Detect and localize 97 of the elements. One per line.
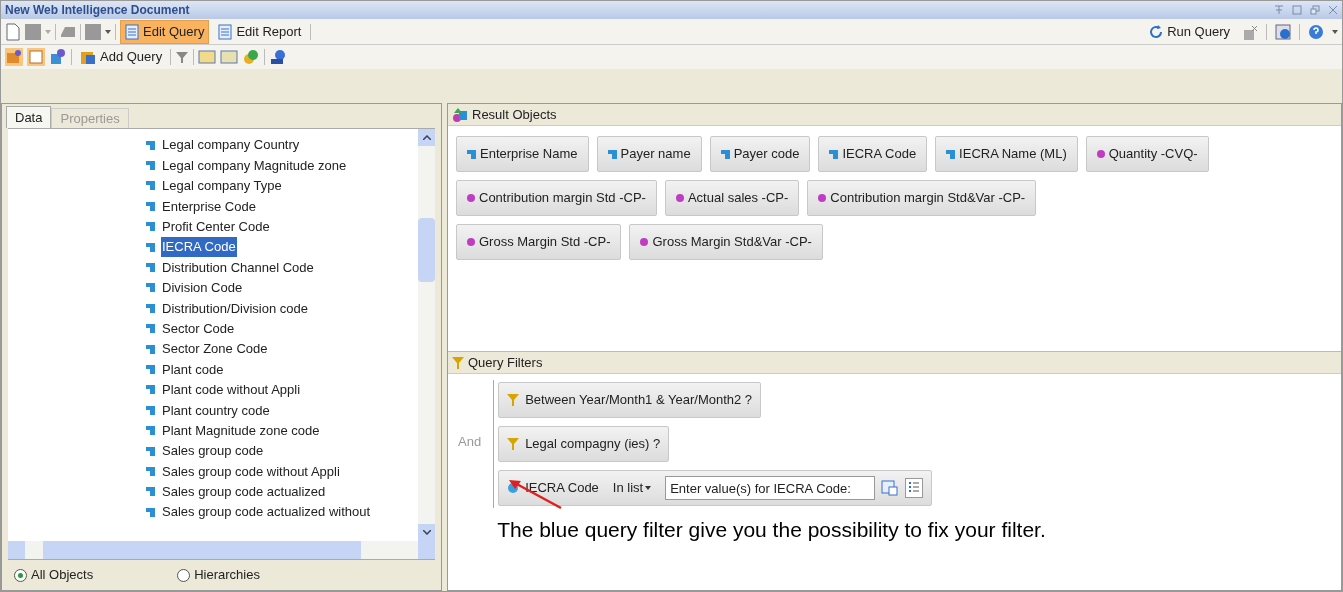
tree-item[interactable]: Plant country code xyxy=(161,400,271,420)
dimension-icon xyxy=(829,149,839,159)
filter-icon xyxy=(507,393,520,407)
vertical-scrollbar[interactable] xyxy=(418,129,435,541)
tree-item[interactable]: Sales group code xyxy=(161,441,265,461)
filter-icon[interactable] xyxy=(175,50,190,64)
close-icon[interactable] xyxy=(1328,5,1338,15)
measure-icon xyxy=(467,238,475,246)
add-query-button[interactable]: Add Query xyxy=(76,47,167,67)
help-icon[interactable] xyxy=(1308,23,1324,40)
scope-icon[interactable] xyxy=(49,48,67,66)
run-query-button[interactable]: Run Query xyxy=(1145,21,1234,42)
filter-icon xyxy=(507,437,520,451)
tree-item[interactable]: Legal company Magnitude zone xyxy=(161,155,348,176)
dimension-icon xyxy=(720,149,730,159)
edit-report-button[interactable]: Edit Report xyxy=(213,19,307,44)
restore-icon[interactable] xyxy=(1310,5,1320,15)
tree-item[interactable]: Legal company Country xyxy=(161,135,301,155)
document-info-icon[interactable] xyxy=(1275,23,1291,40)
result-object[interactable]: Contribution margin Std -CP- xyxy=(456,180,657,216)
result-object[interactable]: IECRA Code xyxy=(818,136,928,172)
result-object[interactable]: Quantity -CVQ- xyxy=(1085,136,1209,172)
tree-item[interactable]: Sales group code without Appli xyxy=(161,461,341,482)
tree-item[interactable]: Distribution Channel Code xyxy=(161,257,315,278)
scroll-up-icon[interactable] xyxy=(422,135,431,140)
dimension-icon xyxy=(146,140,155,150)
tree-item[interactable]: Legal company Type xyxy=(161,176,283,196)
link-spheres-icon[interactable] xyxy=(242,48,261,66)
query-filter[interactable]: IECRA Code In list Enter value(s) for IECRA Code: xyxy=(498,470,933,506)
query-panel-icon[interactable] xyxy=(5,48,23,66)
filter-icon xyxy=(452,355,464,370)
value-field[interactable]: Enter value(s) for IECRA Code: xyxy=(665,476,876,500)
dimension-icon xyxy=(946,149,956,159)
tree-item[interactable]: Profit Center Code xyxy=(161,217,271,237)
prompt-icon[interactable] xyxy=(881,479,900,497)
result-objects-icon xyxy=(452,106,468,123)
query-cube-icon xyxy=(80,49,96,65)
tree-item[interactable]: Sector Code xyxy=(161,318,236,339)
window-title: New Web Intelligence Document xyxy=(5,2,190,19)
table-icon[interactable] xyxy=(198,49,217,65)
print-icon[interactable] xyxy=(60,24,76,39)
new-document-icon[interactable] xyxy=(5,22,21,41)
edit-query-button[interactable]: Edit Query xyxy=(120,19,210,44)
tree-item[interactable]: Enterprise Code xyxy=(161,196,257,217)
scroll-thumb[interactable] xyxy=(418,218,435,282)
tree-item[interactable]: Plant code xyxy=(161,359,225,380)
tree-item[interactable]: Sales group code actualized xyxy=(161,482,327,502)
tree-item[interactable]: Distribution/Division code xyxy=(161,298,309,319)
operator-dropdown[interactable]: In list xyxy=(612,478,652,498)
tree-item[interactable]: Division Code xyxy=(161,278,244,298)
caret-icon xyxy=(645,486,652,490)
result-object[interactable]: Payer code xyxy=(709,136,811,172)
refresh-icon xyxy=(1149,24,1164,39)
list-icon[interactable] xyxy=(905,478,924,498)
measure-icon xyxy=(640,238,649,246)
result-object[interactable]: Gross Margin Std -CP- xyxy=(456,224,622,260)
tree-item[interactable]: Sales group code actualized without xyxy=(161,502,372,522)
measure-icon xyxy=(467,194,475,202)
section-title: Result Objects xyxy=(472,105,557,124)
query-filter[interactable]: Legal compagny (ies) ? xyxy=(498,426,670,462)
result-object[interactable]: Contribution margin Std&Var -CP- xyxy=(807,180,1037,216)
measure-icon xyxy=(818,194,827,202)
scroll-thumb[interactable] xyxy=(43,541,361,559)
purge-icon[interactable] xyxy=(1242,23,1258,40)
data-panel-icon[interactable] xyxy=(27,48,45,66)
result-object[interactable]: Payer name xyxy=(596,136,702,172)
pin-icon[interactable] xyxy=(1274,5,1284,15)
scroll-down-icon[interactable] xyxy=(422,530,431,535)
caret-icon[interactable] xyxy=(1332,29,1338,34)
dimension-icon xyxy=(607,149,617,159)
result-object[interactable]: Actual sales -CP- xyxy=(664,180,800,216)
sql-icon[interactable] xyxy=(269,48,288,66)
document-icon xyxy=(125,23,139,40)
measure-icon xyxy=(1096,150,1105,158)
operator-label: And xyxy=(458,433,482,452)
tree-item[interactable]: IECRA Code xyxy=(161,237,237,257)
result-object[interactable]: IECRA Name (ML) xyxy=(935,136,1078,172)
radio-option[interactable]: Hierarchies xyxy=(177,565,260,585)
annotation-text: The blue query filter give you the possibility to fix your filter. xyxy=(497,517,1046,543)
section-title: Query Filters xyxy=(468,353,543,372)
table-icon[interactable] xyxy=(220,49,239,65)
result-object[interactable]: Enterprise Name xyxy=(456,136,589,172)
measure-icon xyxy=(675,194,684,202)
tree-item[interactable]: Plant code without Appli xyxy=(161,380,302,400)
caret-icon[interactable] xyxy=(105,29,111,34)
dimension-icon xyxy=(467,149,476,159)
dimension-icon xyxy=(146,365,155,374)
result-object[interactable]: Gross Margin Std&Var -CP- xyxy=(629,224,823,260)
document-icon xyxy=(218,23,233,40)
maximize-icon[interactable] xyxy=(1292,5,1302,15)
radio-option[interactable]: All Objects xyxy=(14,565,94,585)
tree-item[interactable]: Plant Magnitude zone code xyxy=(161,420,321,441)
arrow-drawing xyxy=(507,478,564,510)
query-filter[interactable]: Between Year/Month1 & Year/Month2 ? xyxy=(498,382,762,418)
tree-item[interactable]: Sector Zone Code xyxy=(161,339,269,359)
panel-tab[interactable]: Data xyxy=(6,106,52,128)
horizontal-scrollbar[interactable] xyxy=(8,541,435,560)
